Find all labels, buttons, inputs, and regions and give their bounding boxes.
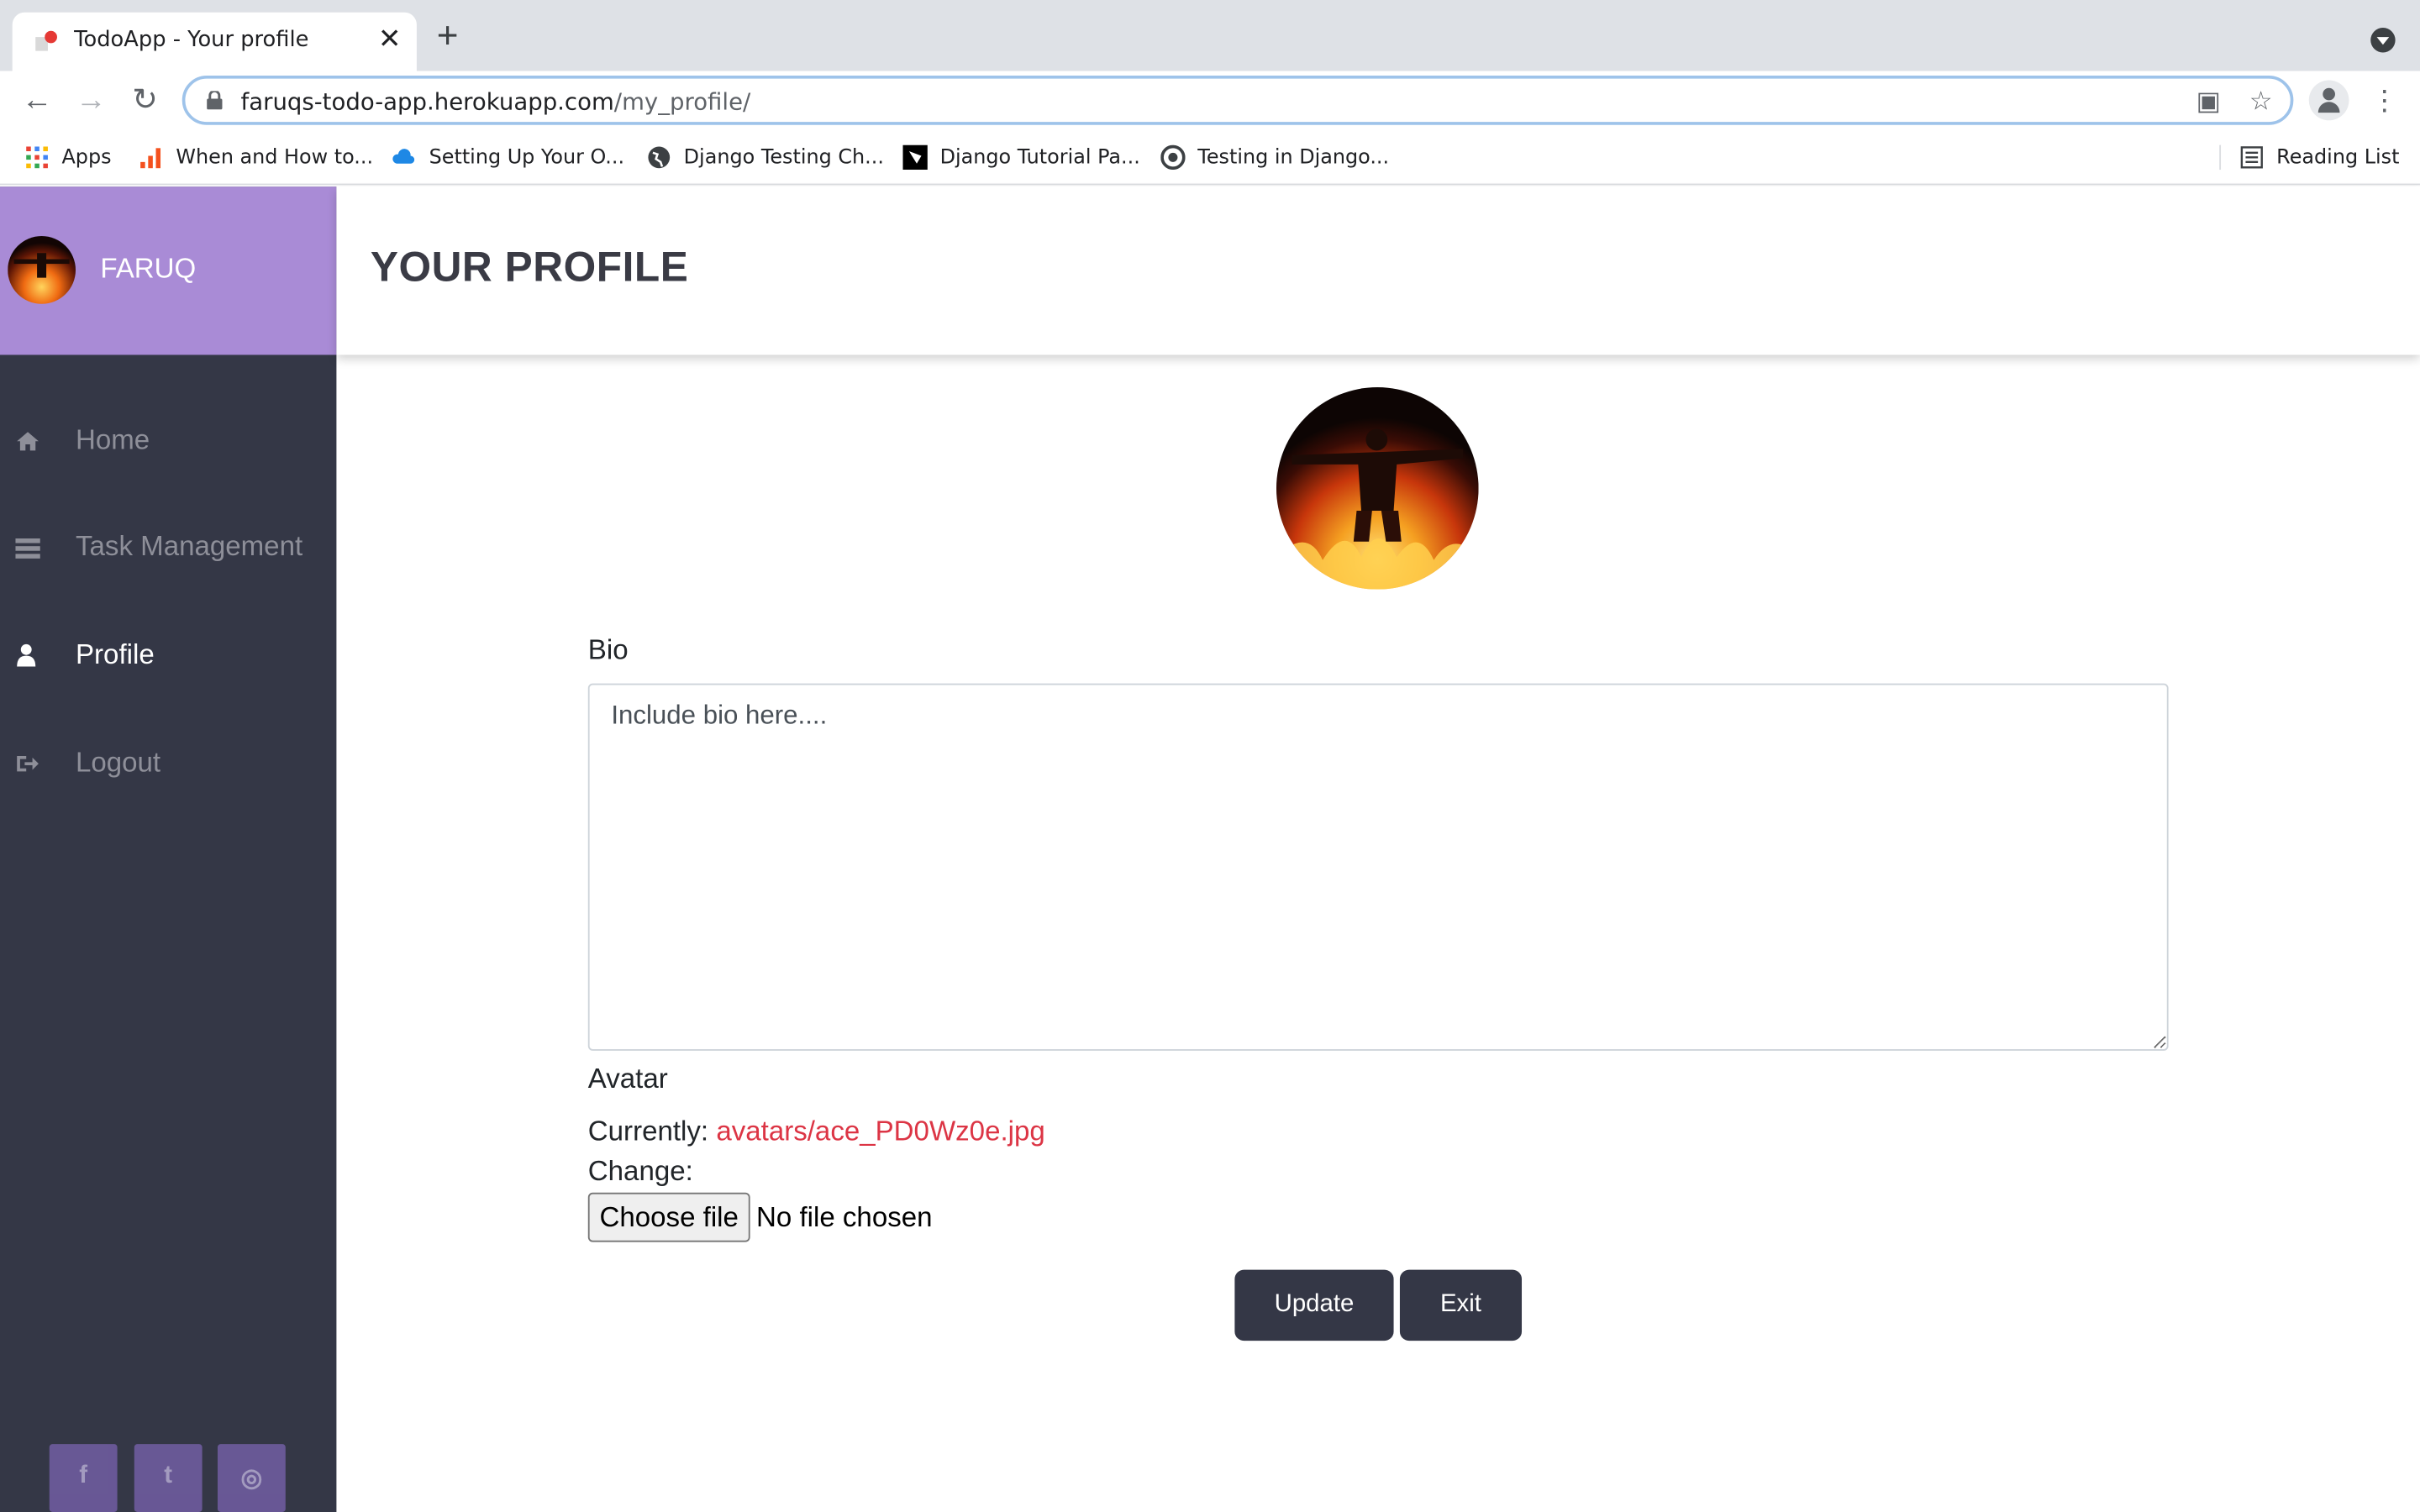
bio-label: Bio — [587, 633, 629, 665]
facebook-icon: f — [79, 1462, 88, 1489]
sidebar-item-label: Profile — [76, 638, 155, 670]
bars-icon — [140, 148, 161, 169]
tab-title: TodoApp - Your profile — [74, 28, 309, 53]
sidebar-user-header: FARUQ — [0, 186, 337, 355]
currently-label: Currently: — [587, 1115, 709, 1147]
browser-profile-icon[interactable] — [2308, 80, 2349, 121]
instagram-button[interactable]: ◎ — [217, 1444, 286, 1512]
globe-icon — [648, 146, 671, 169]
file-status-text: No file chosen — [756, 1201, 933, 1233]
mdn-icon — [902, 144, 928, 171]
bookmark-label: Django Testing Ch... — [683, 145, 884, 170]
twitter-button[interactable]: t — [134, 1444, 203, 1512]
bookmark-label: Django Tutorial Pa... — [939, 145, 1140, 170]
reading-list-icon — [2240, 146, 2263, 169]
bookmark-label: Testing in Django... — [1197, 145, 1390, 170]
bookmarks-bar: Apps When and How to... Setting Up Your … — [0, 129, 2420, 186]
bookmark-star-icon[interactable]: ☆ — [2247, 87, 2275, 116]
browser-tab-strip: TodoApp - Your profile ✕ + — [0, 0, 2420, 71]
url-text: faruqs-todo-app.herokuapp.com/my_profile… — [240, 87, 751, 116]
page-title: YOUR PROFILE — [370, 244, 689, 291]
bookmark-item[interactable]: Django Tutorial Pa... — [902, 144, 1140, 171]
sidebar-item-label: Logout — [76, 746, 161, 778]
facebook-button[interactable]: f — [49, 1444, 118, 1512]
browser-tab[interactable]: TodoApp - Your profile ✕ — [12, 12, 417, 71]
sidebar-item-label: Task Management — [76, 530, 303, 562]
sidebar: FARUQ Home Task Management Profile Logou… — [0, 186, 337, 1512]
install-app-icon[interactable]: ▣ — [2195, 87, 2223, 116]
reading-list-label: Reading List — [2276, 145, 2400, 170]
bio-textarea[interactable] — [587, 683, 2169, 1051]
bookmark-item[interactable]: Testing in Django... — [1160, 144, 1389, 171]
sidebar-username: FARUQ — [100, 253, 197, 284]
bookmark-label: Apps — [61, 145, 112, 170]
bookmark-apps[interactable]: Apps — [24, 144, 112, 171]
current-avatar-link[interactable]: avatars/ace_PD0Wz0e.jpg — [716, 1116, 1044, 1147]
bookmark-item[interactable]: Setting Up Your O... — [392, 144, 625, 171]
lock-icon — [207, 91, 223, 110]
current-avatar-row: Currently: avatars/ace_PD0Wz0e.jpg — [588, 1116, 1045, 1148]
back-icon[interactable]: ← — [18, 81, 55, 118]
bookmark-item[interactable]: Django Testing Ch... — [647, 144, 884, 171]
sidebar-item-task-management[interactable]: Task Management — [0, 517, 336, 578]
avatar[interactable] — [8, 236, 76, 304]
exit-button[interactable]: Exit — [1399, 1269, 1523, 1341]
address-bar[interactable]: faruqs-todo-app.herokuapp.com/my_profile… — [182, 76, 2294, 125]
sidebar-item-logout[interactable]: Logout — [0, 732, 336, 794]
tab-search-icon[interactable] — [2370, 28, 2396, 53]
forward-icon[interactable]: → — [72, 81, 109, 118]
bookmark-item[interactable]: When and How to... — [139, 144, 373, 171]
tab-close-icon[interactable]: ✕ — [378, 24, 402, 52]
apps-grid-icon — [26, 146, 48, 169]
browser-toolbar: ← → ↻ faruqs-todo-app.herokuapp.com/my_p… — [0, 71, 2420, 130]
profile-avatar — [1276, 387, 1479, 590]
instagram-icon: ◎ — [240, 1465, 263, 1493]
browser-menu-icon[interactable]: ⋮ — [2370, 81, 2398, 118]
home-icon — [17, 432, 39, 451]
user-icon — [17, 643, 36, 667]
new-tab-icon[interactable]: + — [437, 18, 459, 55]
python-icon — [1160, 144, 1186, 171]
page-header: YOUR PROFILE — [336, 186, 2420, 355]
reading-list-button[interactable]: Reading List — [2239, 144, 2399, 171]
cloud-icon — [392, 149, 415, 164]
bookmark-label: Setting Up Your O... — [429, 145, 625, 170]
sidebar-item-home[interactable]: Home — [0, 411, 336, 472]
tasks-icon — [15, 538, 40, 559]
avatar-label: Avatar — [587, 1063, 668, 1095]
update-button[interactable]: Update — [1234, 1269, 1394, 1341]
bookmark-label: When and How to... — [176, 145, 374, 170]
change-label: Change: — [587, 1155, 693, 1187]
logout-icon — [17, 756, 39, 772]
choose-file-button[interactable]: Choose file — [587, 1192, 750, 1242]
sidebar-item-profile[interactable]: Profile — [0, 625, 336, 686]
twitter-icon: t — [164, 1462, 173, 1489]
sidebar-item-label: Home — [76, 424, 150, 455]
reload-icon[interactable]: ↻ — [127, 81, 164, 118]
todoapp-favicon-icon — [35, 30, 57, 51]
bookmarks-separator — [2219, 144, 2222, 171]
